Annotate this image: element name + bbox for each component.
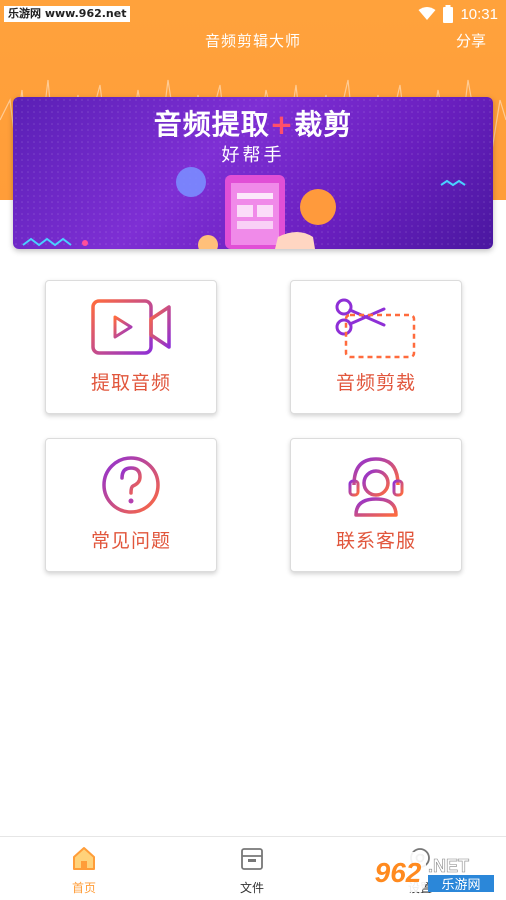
file-box-icon <box>241 848 263 870</box>
banner-subtitle: 好帮手 <box>221 145 285 166</box>
extract-audio-button[interactable]: 提取音频 <box>45 280 217 414</box>
status-bar: 乐游网 www.962.net 10:31 <box>0 0 506 28</box>
battery-icon <box>443 5 454 23</box>
nav-item-home[interactable]: 首页 <box>44 845 124 896</box>
status-time: 10:31 <box>460 5 498 23</box>
watermark-logo: 962 .NET 乐游网 <box>366 848 500 896</box>
wifi-icon <box>418 7 436 20</box>
banner-title-part2: 裁剪 <box>294 108 353 141</box>
status-icons: 10:31 <box>418 3 498 25</box>
app-title: 音频剪辑大师 <box>204 32 301 50</box>
audio-trim-label: 音频剪裁 <box>335 372 416 394</box>
audio-trim-button[interactable]: 音频剪裁 <box>290 280 462 414</box>
contact-support-button[interactable]: 联系客服 <box>290 438 462 572</box>
home-icon <box>73 847 95 870</box>
banner-title-plus: + <box>269 108 295 141</box>
contact-support-label: 联系客服 <box>335 530 416 552</box>
scissors-icon <box>335 298 416 359</box>
svg-text:乐游网: 乐游网 <box>441 878 480 893</box>
headset-icon <box>348 457 404 517</box>
svg-text:962: 962 <box>375 857 422 888</box>
video-camera-icon <box>91 299 171 355</box>
nav-item-file[interactable]: 文件 <box>212 845 292 896</box>
nav-label-file: 文件 <box>239 881 264 895</box>
extract-audio-label: 提取音频 <box>90 372 171 394</box>
watermark-text: 乐游网 www.962.net <box>4 6 131 22</box>
faq-label: 常见问题 <box>90 530 171 552</box>
svg-text:.NET: .NET <box>428 856 469 876</box>
nav-label-home: 首页 <box>71 881 96 895</box>
banner-title: 音频提取+裁剪 <box>13 103 493 143</box>
share-button[interactable]: 分享 <box>456 30 486 51</box>
banner-title-part1: 音频提取 <box>153 108 270 141</box>
faq-button[interactable]: 常见问题 <box>45 438 217 572</box>
question-icon <box>102 456 160 514</box>
promo-banner[interactable]: 音频提取+裁剪 好帮手 <box>13 97 493 249</box>
